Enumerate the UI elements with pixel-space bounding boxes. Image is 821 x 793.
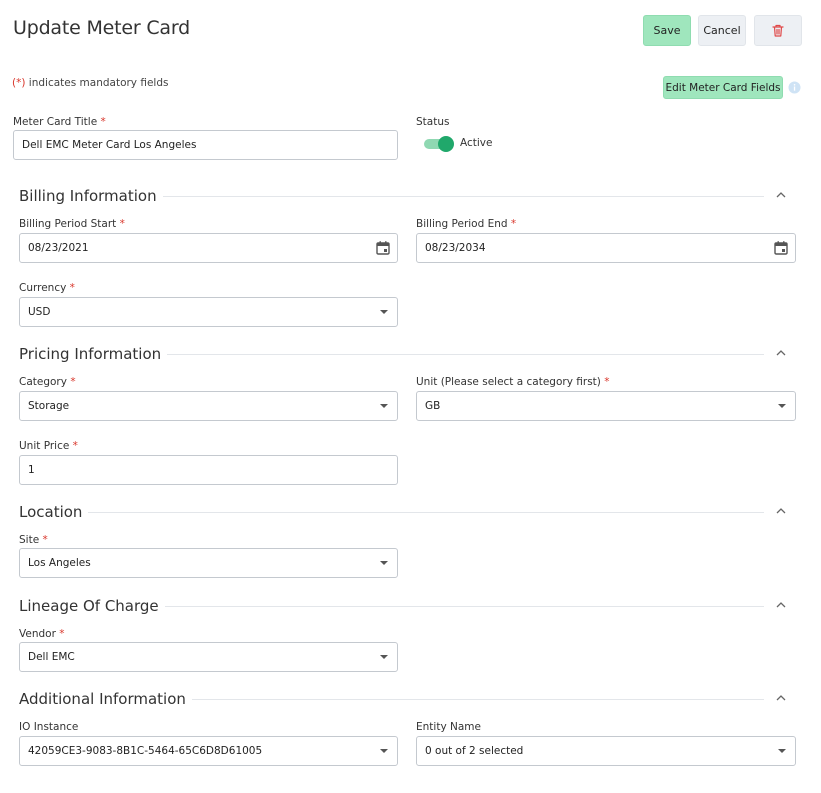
unit-price-label: Unit Price * bbox=[19, 440, 78, 452]
chevron-up-icon[interactable] bbox=[776, 350, 786, 356]
location-section-heading: Location bbox=[19, 503, 89, 521]
status-label: Status bbox=[416, 116, 450, 128]
billing-period-end-value: 08/23/2034 bbox=[425, 242, 486, 254]
mandatory-text: indicates mandatory fields bbox=[25, 77, 169, 89]
unit-select[interactable]: GB bbox=[416, 391, 796, 421]
meter-card-title-input[interactable]: Dell EMC Meter Card Los Angeles bbox=[13, 130, 398, 160]
chevron-down-icon bbox=[380, 561, 388, 565]
chevron-up-icon[interactable] bbox=[776, 192, 786, 198]
category-label: Category * bbox=[19, 376, 76, 388]
category-value: Storage bbox=[28, 400, 70, 412]
mandatory-note: (*) indicates mandatory fields bbox=[12, 77, 169, 89]
entity-name-select[interactable]: 0 out of 2 selected bbox=[416, 736, 796, 766]
billing-section-heading: Billing Information bbox=[19, 187, 163, 205]
chevron-down-icon bbox=[778, 749, 786, 753]
mandatory-marker: (*) bbox=[12, 77, 26, 89]
currency-value: USD bbox=[28, 306, 51, 318]
entity-name-label: Entity Name bbox=[416, 721, 481, 733]
category-select[interactable]: Storage bbox=[19, 391, 398, 421]
lineage-section-heading: Lineage Of Charge bbox=[19, 597, 165, 615]
save-button[interactable]: Save bbox=[643, 15, 691, 46]
chevron-up-icon[interactable] bbox=[776, 695, 786, 701]
vendor-select[interactable]: Dell EMC bbox=[19, 642, 398, 672]
trash-icon bbox=[772, 24, 784, 37]
chevron-down-icon bbox=[778, 404, 786, 408]
chevron-down-icon bbox=[380, 310, 388, 314]
vendor-label: Vendor * bbox=[19, 628, 65, 640]
site-value: Los Angeles bbox=[28, 557, 91, 569]
currency-label: Currency * bbox=[19, 282, 75, 294]
chevron-up-icon[interactable] bbox=[776, 602, 786, 608]
billing-period-end-label: Billing Period End * bbox=[416, 218, 517, 230]
page-title: Update Meter Card bbox=[13, 17, 190, 39]
additional-section-heading: Additional Information bbox=[19, 690, 192, 708]
io-instance-label: IO Instance bbox=[19, 721, 79, 733]
site-label: Site * bbox=[19, 534, 48, 546]
billing-period-start-value: 08/23/2021 bbox=[28, 242, 89, 254]
entity-name-value: 0 out of 2 selected bbox=[425, 745, 524, 757]
calendar-icon[interactable] bbox=[375, 240, 391, 256]
calendar-icon[interactable] bbox=[773, 240, 789, 256]
unit-label: Unit (Please select a category first) * bbox=[416, 376, 610, 388]
billing-period-end-input[interactable]: 08/23/2034 bbox=[416, 233, 796, 263]
pricing-section-heading: Pricing Information bbox=[19, 345, 168, 363]
chevron-up-icon[interactable] bbox=[776, 508, 786, 514]
status-toggle[interactable] bbox=[424, 136, 454, 152]
status-value: Active bbox=[460, 137, 493, 149]
chevron-down-icon bbox=[380, 749, 388, 753]
currency-select[interactable]: USD bbox=[19, 297, 398, 327]
info-icon[interactable] bbox=[788, 81, 801, 94]
io-instance-select[interactable]: 42059CE3-9083-8B1C-5464-65C6D8D61005 bbox=[19, 736, 398, 766]
site-select[interactable]: Los Angeles bbox=[19, 548, 398, 578]
delete-button[interactable] bbox=[754, 15, 802, 46]
billing-period-start-input[interactable]: 08/23/2021 bbox=[19, 233, 398, 263]
chevron-down-icon bbox=[380, 404, 388, 408]
section-divider bbox=[19, 512, 764, 513]
unit-price-input[interactable]: 1 bbox=[19, 455, 398, 485]
meter-card-title-label: Meter Card Title * bbox=[13, 116, 106, 128]
billing-period-start-label: Billing Period Start * bbox=[19, 218, 125, 230]
chevron-down-icon bbox=[380, 655, 388, 659]
cancel-button[interactable]: Cancel bbox=[698, 15, 746, 46]
edit-meter-card-fields-button[interactable]: Edit Meter Card Fields bbox=[663, 76, 783, 99]
unit-value: GB bbox=[425, 400, 441, 412]
io-instance-value: 42059CE3-9083-8B1C-5464-65C6D8D61005 bbox=[28, 745, 263, 757]
vendor-value: Dell EMC bbox=[28, 651, 75, 663]
